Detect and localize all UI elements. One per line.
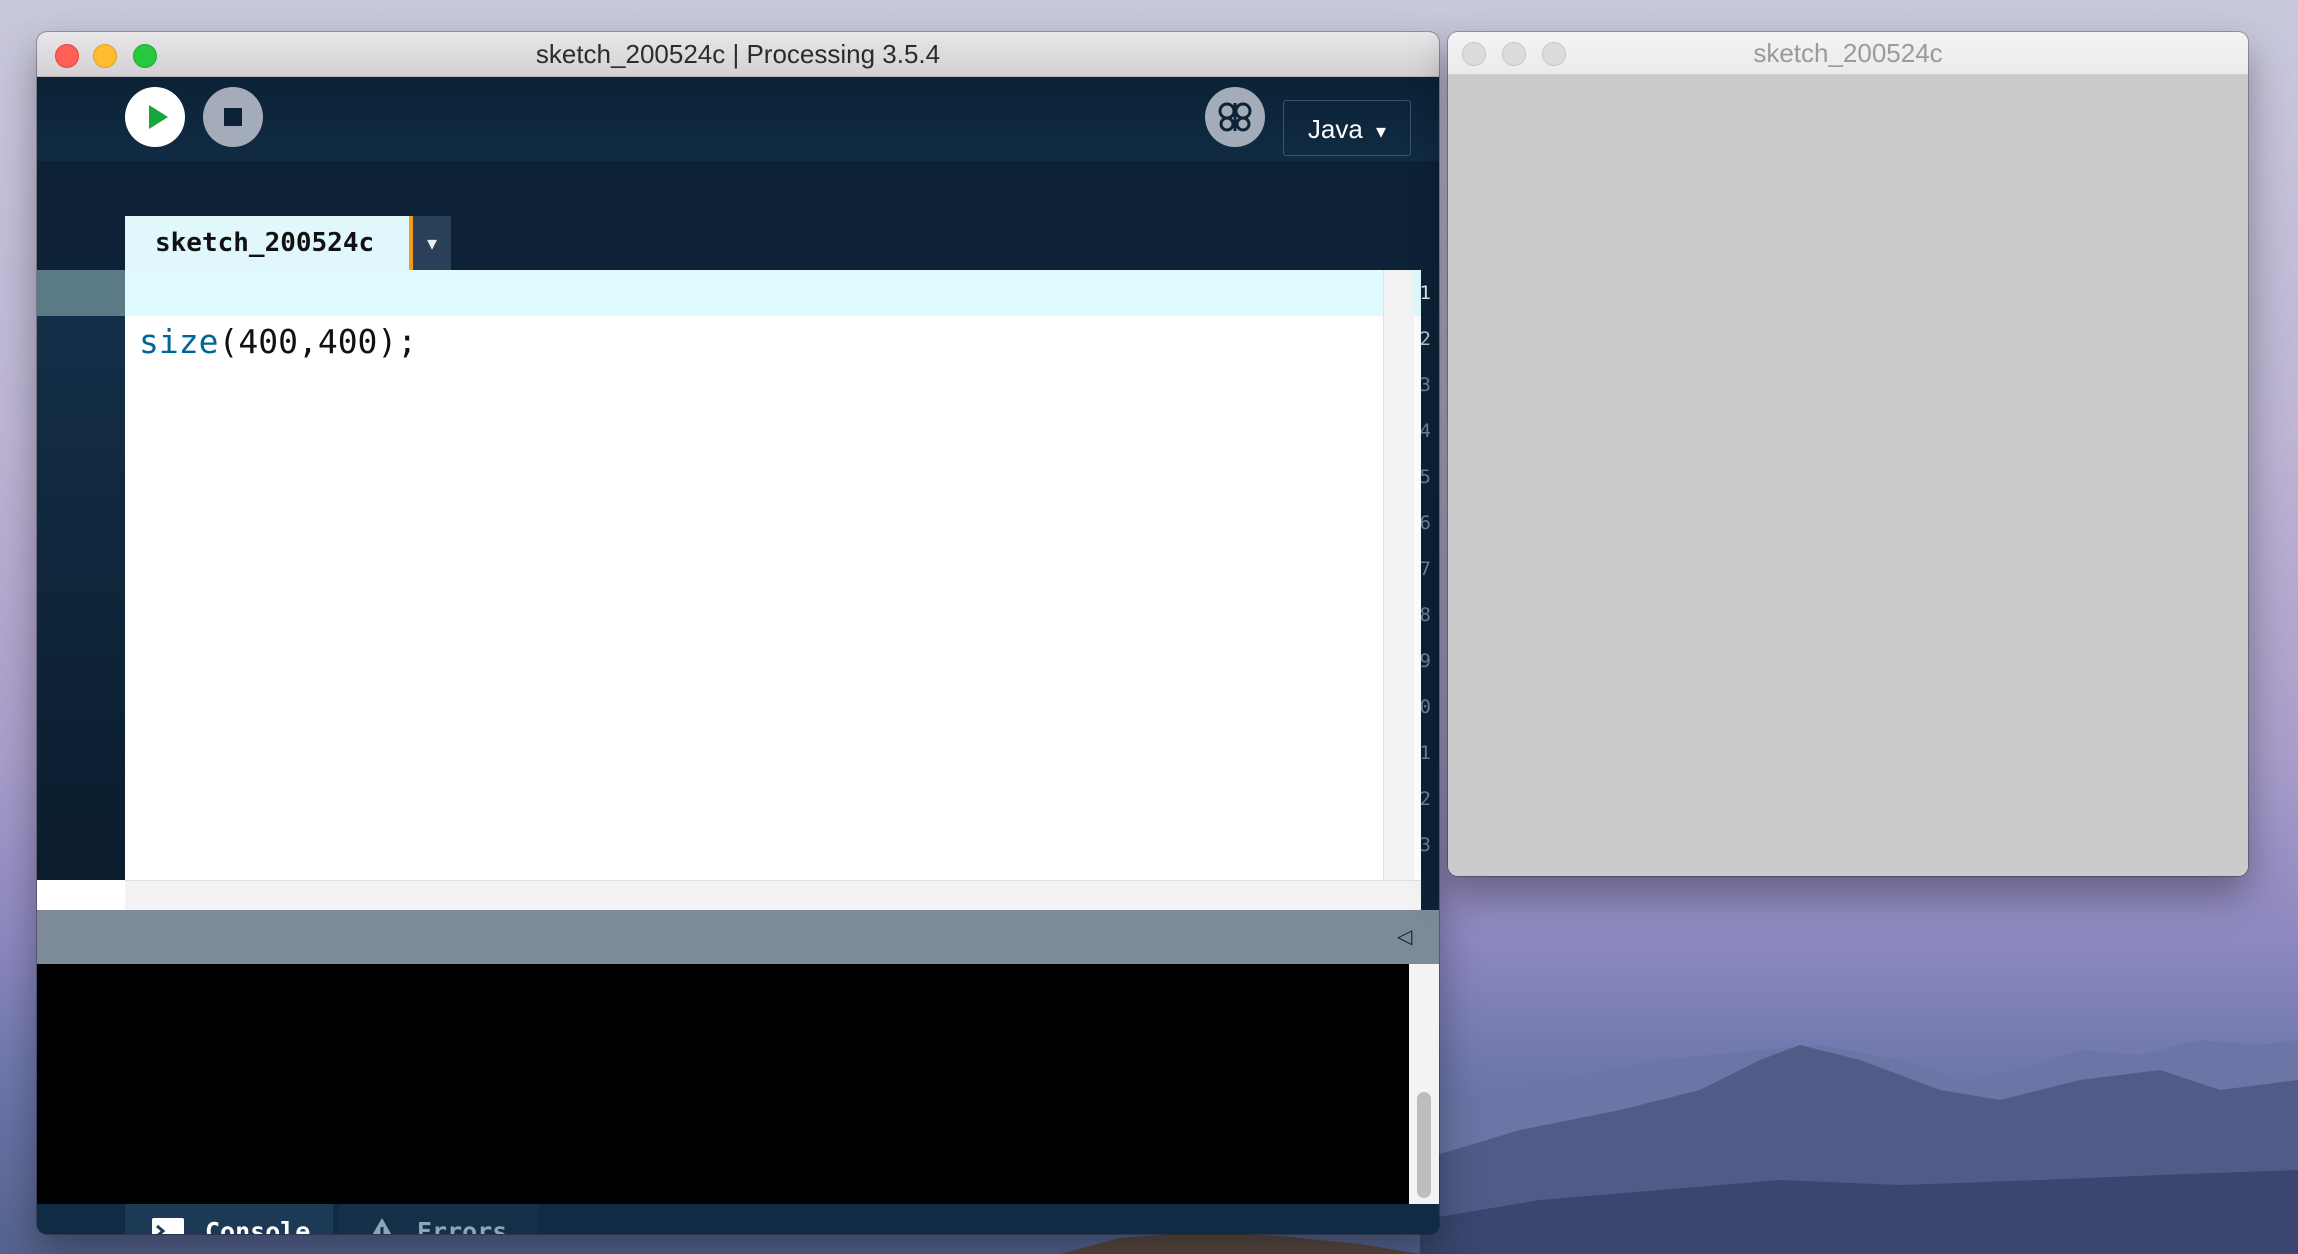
console-output bbox=[37, 964, 1409, 1204]
current-line-gutter-highlight bbox=[37, 270, 125, 316]
editor-corner bbox=[37, 880, 125, 910]
tab-sketch[interactable]: sketch_200524c bbox=[125, 216, 409, 270]
warning-icon bbox=[372, 1218, 392, 1234]
tab-errors[interactable]: Errors bbox=[339, 1204, 539, 1234]
line-number-gutter bbox=[37, 270, 125, 880]
current-line-highlight bbox=[125, 270, 1421, 316]
chevron-down-icon: ▾ bbox=[1376, 121, 1387, 143]
ide-window-title: sketch_200524c | Processing 3.5.4 bbox=[535, 39, 941, 69]
tab-console-label: Console bbox=[205, 1217, 311, 1234]
tab-menu-button[interactable]: ▾ bbox=[413, 216, 451, 270]
butterfly-debug-icon bbox=[1218, 102, 1252, 132]
editor-vertical-scrollbar[interactable] bbox=[1383, 270, 1414, 880]
sketch-canvas[interactable] bbox=[1448, 75, 2248, 876]
stop-icon bbox=[224, 108, 242, 126]
debugger-button[interactable] bbox=[1205, 87, 1265, 147]
run-button[interactable] bbox=[125, 87, 185, 147]
stop-button[interactable] bbox=[203, 87, 263, 147]
code-keyword: size bbox=[139, 322, 219, 361]
close-window-button[interactable] bbox=[55, 44, 79, 68]
chevron-down-icon: ▾ bbox=[426, 233, 438, 255]
ide-titlebar: sketch_200524c | Processing 3.5.4 bbox=[37, 32, 1439, 77]
close-window-button[interactable] bbox=[1462, 42, 1486, 66]
collapse-console-icon[interactable]: ◁ bbox=[1397, 924, 1419, 948]
editor-horizontal-scrollbar[interactable] bbox=[125, 880, 1421, 911]
play-icon bbox=[149, 105, 168, 129]
console-divider[interactable]: ◁ bbox=[37, 910, 1439, 964]
sketch-output-window: sketch_200524c bbox=[1448, 32, 2248, 876]
maximize-window-button[interactable] bbox=[1542, 42, 1566, 66]
console-icon bbox=[152, 1218, 184, 1234]
tab-errors-label: Errors bbox=[417, 1217, 508, 1234]
sketch-window-title: sketch_200524c bbox=[1753, 38, 1943, 68]
mode-label: Java bbox=[1307, 114, 1363, 144]
minimize-window-button[interactable] bbox=[1502, 42, 1526, 66]
console-scroll-thumb[interactable] bbox=[1417, 1092, 1431, 1198]
code-editor[interactable]: size(400,400); bbox=[125, 270, 1421, 880]
maximize-window-button[interactable] bbox=[133, 44, 157, 68]
processing-ide-window: sketch_200524c | Processing 3.5.4 Java ▾… bbox=[37, 32, 1439, 1234]
sketch-titlebar: sketch_200524c bbox=[1448, 32, 2248, 75]
mode-selector[interactable]: Java ▾ bbox=[1283, 100, 1411, 156]
sketch-tab-bar: sketch_200524c ▾ bbox=[37, 216, 1439, 270]
code-line-2[interactable]: size(400,400); bbox=[139, 322, 417, 361]
code-arguments: (400,400); bbox=[218, 322, 418, 361]
footer-tab-bar: Console Errors bbox=[37, 1204, 1439, 1234]
minimize-window-button[interactable] bbox=[93, 44, 117, 68]
tab-console[interactable]: Console bbox=[125, 1204, 333, 1234]
